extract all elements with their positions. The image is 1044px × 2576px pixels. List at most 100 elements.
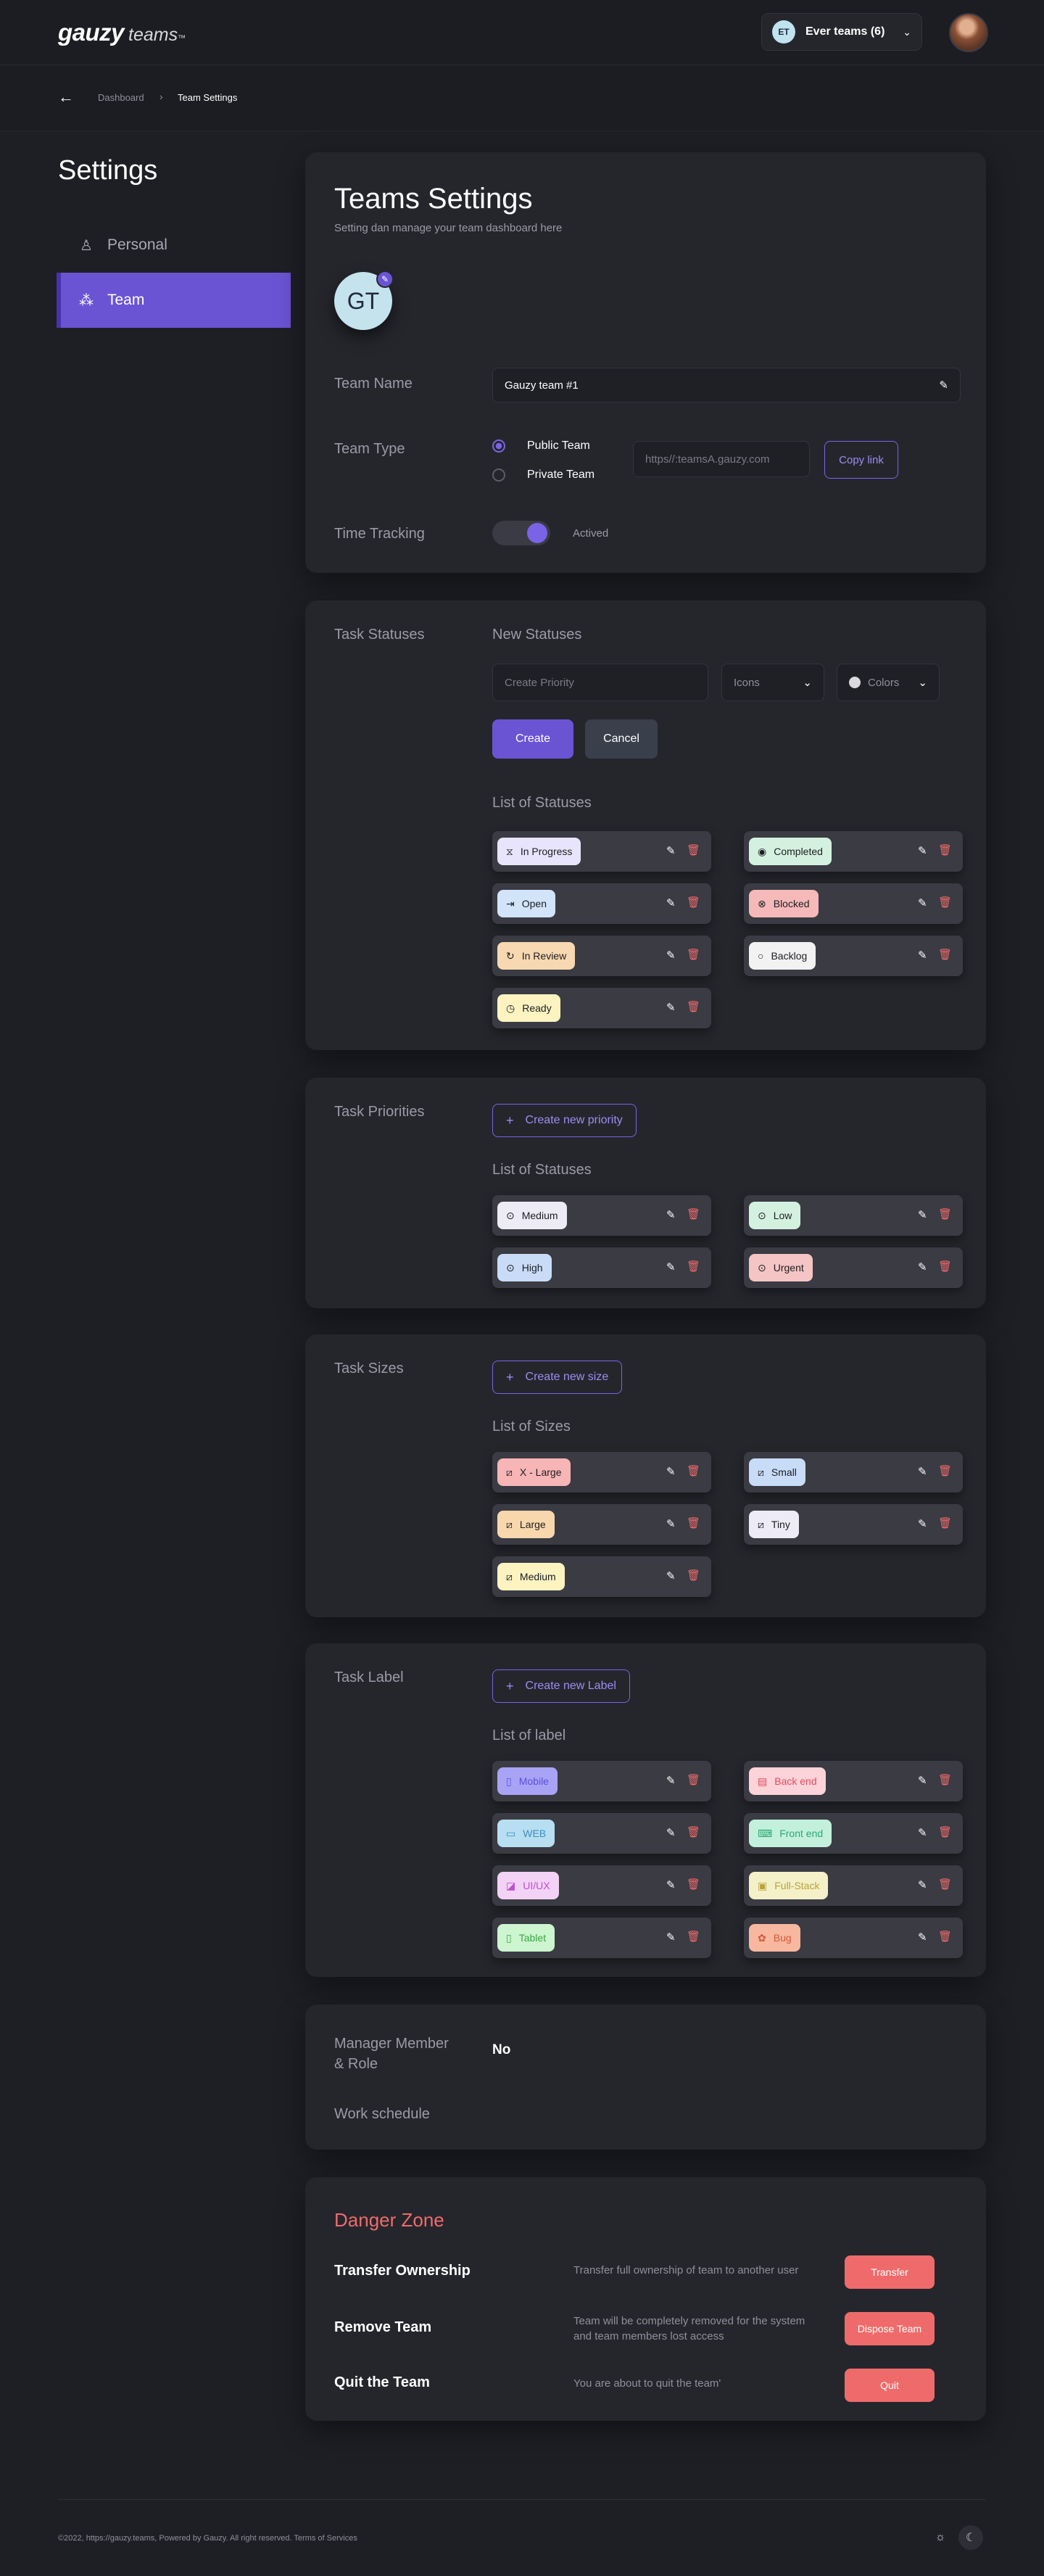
trash-icon[interactable]: 🗑 (687, 1773, 700, 1786)
sun-icon[interactable]: ☼ (928, 2525, 953, 2550)
item-chip: ◷ Ready (497, 994, 560, 1022)
transfer-button[interactable]: Transfer (845, 2255, 935, 2289)
icons-dropdown-label: Icons (734, 676, 760, 689)
edit-icon[interactable]: ✎ (918, 1774, 927, 1787)
edit-icon[interactable]: ✎ (666, 1826, 676, 1839)
cancel-status-button[interactable]: Cancel (585, 719, 658, 759)
time-tracking-label: Time Tracking (334, 526, 425, 542)
edit-avatar-icon[interactable]: ✎ (376, 271, 394, 288)
remove-team-desc: Team will be completely removed for the … (573, 2315, 805, 2342)
work-schedule-label[interactable]: Work schedule (334, 2106, 430, 2123)
trash-icon[interactable]: 🗑 (938, 896, 952, 909)
edit-icon[interactable]: ✎ (666, 1260, 676, 1273)
edit-icon[interactable]: ✎ (666, 949, 676, 962)
edit-icon[interactable]: ✎ (918, 1878, 927, 1891)
trash-icon[interactable]: 🗑 (938, 1878, 952, 1891)
trash-icon[interactable]: 🗑 (687, 1260, 700, 1273)
trash-icon[interactable]: 🗑 (687, 896, 700, 909)
item-icon: ⇥ (506, 897, 515, 909)
gauzy-logo[interactable]: gauzy teams ™ (58, 19, 186, 46)
breadcrumb-dashboard[interactable]: Dashboard (98, 92, 144, 103)
radio-public-team[interactable]: Public Team (492, 439, 590, 453)
quit-button[interactable]: Quit (845, 2369, 935, 2402)
edit-icon[interactable]: ✎ (666, 1465, 676, 1478)
radio-selected[interactable] (492, 439, 505, 453)
user-avatar[interactable] (949, 13, 988, 52)
trash-icon[interactable]: 🗑 (938, 1930, 952, 1943)
list-item: ▣ Full-Stack ✎ 🗑 (744, 1865, 963, 1906)
trash-icon[interactable]: 🗑 (938, 1825, 952, 1838)
edit-icon[interactable]: ✎ (666, 1569, 676, 1582)
edit-icon[interactable]: ✎ (666, 896, 676, 909)
trash-icon[interactable]: 🗑 (687, 1878, 700, 1891)
create-label-button[interactable]: + Create new Label (492, 1669, 630, 1703)
edit-icon[interactable]: ✎ (918, 949, 927, 962)
list-item: ⧄ Large ✎ 🗑 (492, 1504, 711, 1545)
time-tracking-toggle[interactable] (492, 521, 550, 545)
trash-icon[interactable]: 🗑 (687, 1000, 700, 1013)
radio-private-team[interactable]: Private Team (492, 468, 594, 482)
create-size-button[interactable]: + Create new size (492, 1361, 623, 1394)
edit-icon[interactable]: ✎ (666, 1001, 676, 1014)
create-status-input[interactable]: Create Priority (492, 664, 708, 701)
dispose-team-button[interactable]: Dispose Team (845, 2312, 935, 2345)
team-link-input[interactable]: https//:teamsA.gauzy.com (633, 441, 810, 477)
trash-icon[interactable]: 🗑 (938, 1516, 952, 1530)
plus-icon: + (506, 1112, 514, 1128)
trash-icon[interactable]: 🗑 (687, 1825, 700, 1838)
task-label-label: Task Label (334, 1669, 404, 1685)
edit-icon[interactable]: ✎ (918, 1826, 927, 1839)
edit-icon[interactable]: ✎ (666, 1931, 676, 1944)
item-icon: ◉ (758, 845, 767, 857)
item-label: Medium (519, 1571, 556, 1582)
edit-icon[interactable]: ✎ (918, 1931, 927, 1944)
moon-icon[interactable]: ☾ (958, 2525, 983, 2550)
create-priority-button[interactable]: + Create new priority (492, 1104, 637, 1137)
trash-icon[interactable]: 🗑 (687, 1569, 700, 1582)
task-label-card: Task Label + Create new Label List of la… (305, 1643, 986, 1977)
logo-text: gauzy (58, 19, 125, 46)
edit-icon[interactable]: ✎ (666, 1774, 676, 1787)
edit-icon[interactable]: ✎ (918, 1517, 927, 1530)
team-avatar-large[interactable]: GT ✎ (334, 271, 394, 330)
manager-label-line1: Manager Member (334, 2036, 449, 2052)
sidebar-item-label: Team (107, 292, 145, 308)
trash-icon[interactable]: 🗑 (687, 1464, 700, 1477)
team-switcher-dropdown[interactable]: ET Ever teams (6) ⌄ (761, 13, 922, 51)
trash-icon[interactable]: 🗑 (938, 1773, 952, 1786)
back-arrow-icon[interactable]: ← (58, 88, 74, 107)
item-icon: ▣ (758, 1879, 768, 1891)
colors-dropdown[interactable]: Colors ⌄ (837, 664, 940, 701)
trash-icon[interactable]: 🗑 (938, 1208, 952, 1221)
trash-icon[interactable]: 🗑 (938, 948, 952, 961)
trash-icon[interactable]: 🗑 (938, 1464, 952, 1477)
icons-dropdown[interactable]: Icons ⌄ (721, 664, 824, 701)
trash-icon[interactable]: 🗑 (687, 843, 700, 856)
item-icon: ⊙ (506, 1261, 515, 1273)
trash-icon[interactable]: 🗑 (687, 1930, 700, 1943)
trash-icon[interactable]: 🗑 (687, 1516, 700, 1530)
trash-icon[interactable]: 🗑 (938, 843, 952, 856)
edit-icon[interactable]: ✎ (666, 1208, 676, 1221)
edit-icon[interactable]: ✎ (666, 1517, 676, 1530)
trash-icon[interactable]: 🗑 (687, 948, 700, 961)
create-status-button[interactable]: Create (492, 719, 573, 759)
radio-unselected[interactable] (492, 468, 505, 482)
edit-icon[interactable]: ✎ (918, 844, 927, 857)
item-label: Back end (774, 1775, 817, 1787)
edit-icon[interactable]: ✎ (918, 896, 927, 909)
edit-icon[interactable]: ✎ (666, 1878, 676, 1891)
colors-dropdown-label: Colors (868, 676, 900, 689)
edit-pencil-icon[interactable]: ✎ (939, 379, 948, 392)
team-name-input[interactable]: Gauzy team #1 ✎ (492, 368, 961, 402)
edit-icon[interactable]: ✎ (918, 1260, 927, 1273)
edit-icon[interactable]: ✎ (918, 1465, 927, 1478)
edit-icon[interactable]: ✎ (666, 844, 676, 857)
edit-icon[interactable]: ✎ (918, 1208, 927, 1221)
sidebar-item-personal[interactable]: ♙ Personal (57, 218, 291, 273)
trash-icon[interactable]: 🗑 (938, 1260, 952, 1273)
sidebar-item-team[interactable]: ⁂ Team (57, 273, 291, 328)
trash-icon[interactable]: 🗑 (687, 1208, 700, 1221)
copy-link-button[interactable]: Copy link (824, 441, 898, 479)
item-label: Mobile (518, 1775, 549, 1787)
